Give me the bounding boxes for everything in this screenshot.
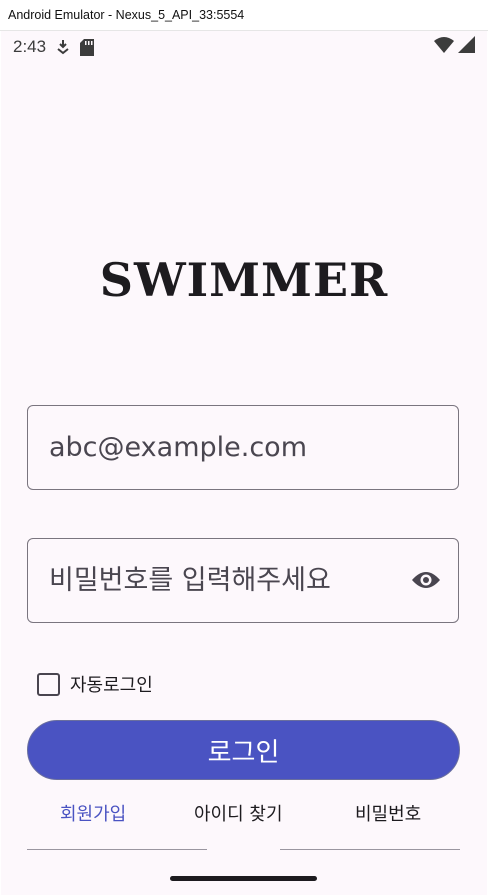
eye-icon[interactable] — [410, 567, 442, 593]
signup-link[interactable]: 회원가입 — [60, 800, 126, 826]
auto-login-checkbox[interactable] — [37, 672, 60, 696]
divider-left — [27, 849, 207, 850]
cell-signal-icon — [458, 36, 475, 58]
status-time: 2:43 — [13, 37, 47, 56]
phone-screen: 2:43 SWIMMER abc@example.com 자동로그인 로그인 회… — [1, 31, 487, 895]
sd-card-icon — [80, 38, 95, 56]
login-button[interactable]: 로그인 — [27, 720, 460, 780]
navigation-gesture-bar[interactable] — [170, 876, 317, 881]
email-field[interactable] — [27, 405, 459, 490]
email-input[interactable] — [49, 432, 399, 463]
app-logo: SWIMMER — [99, 253, 389, 307]
auto-login-option[interactable]: 자동로그인 — [37, 671, 153, 697]
account-links: 회원가입 아이디 찾기 비밀번호 — [1, 800, 487, 830]
find-id-link[interactable]: 아이디 찾기 — [194, 800, 283, 826]
auto-login-label: 자동로그인 — [70, 675, 153, 696]
divider-right — [280, 849, 460, 850]
wifi-icon — [434, 36, 454, 58]
password-input[interactable] — [49, 565, 399, 596]
password-field[interactable] — [27, 538, 459, 623]
status-bar: 2:43 — [1, 31, 487, 63]
window-title: Android Emulator - Nexus_5_API_33:5554 — [8, 8, 245, 22]
find-password-link[interactable]: 비밀번호 — [355, 800, 421, 826]
emulator-title-bar: Android Emulator - Nexus_5_API_33:5554 — [0, 0, 488, 31]
download-status-icon — [56, 39, 70, 55]
